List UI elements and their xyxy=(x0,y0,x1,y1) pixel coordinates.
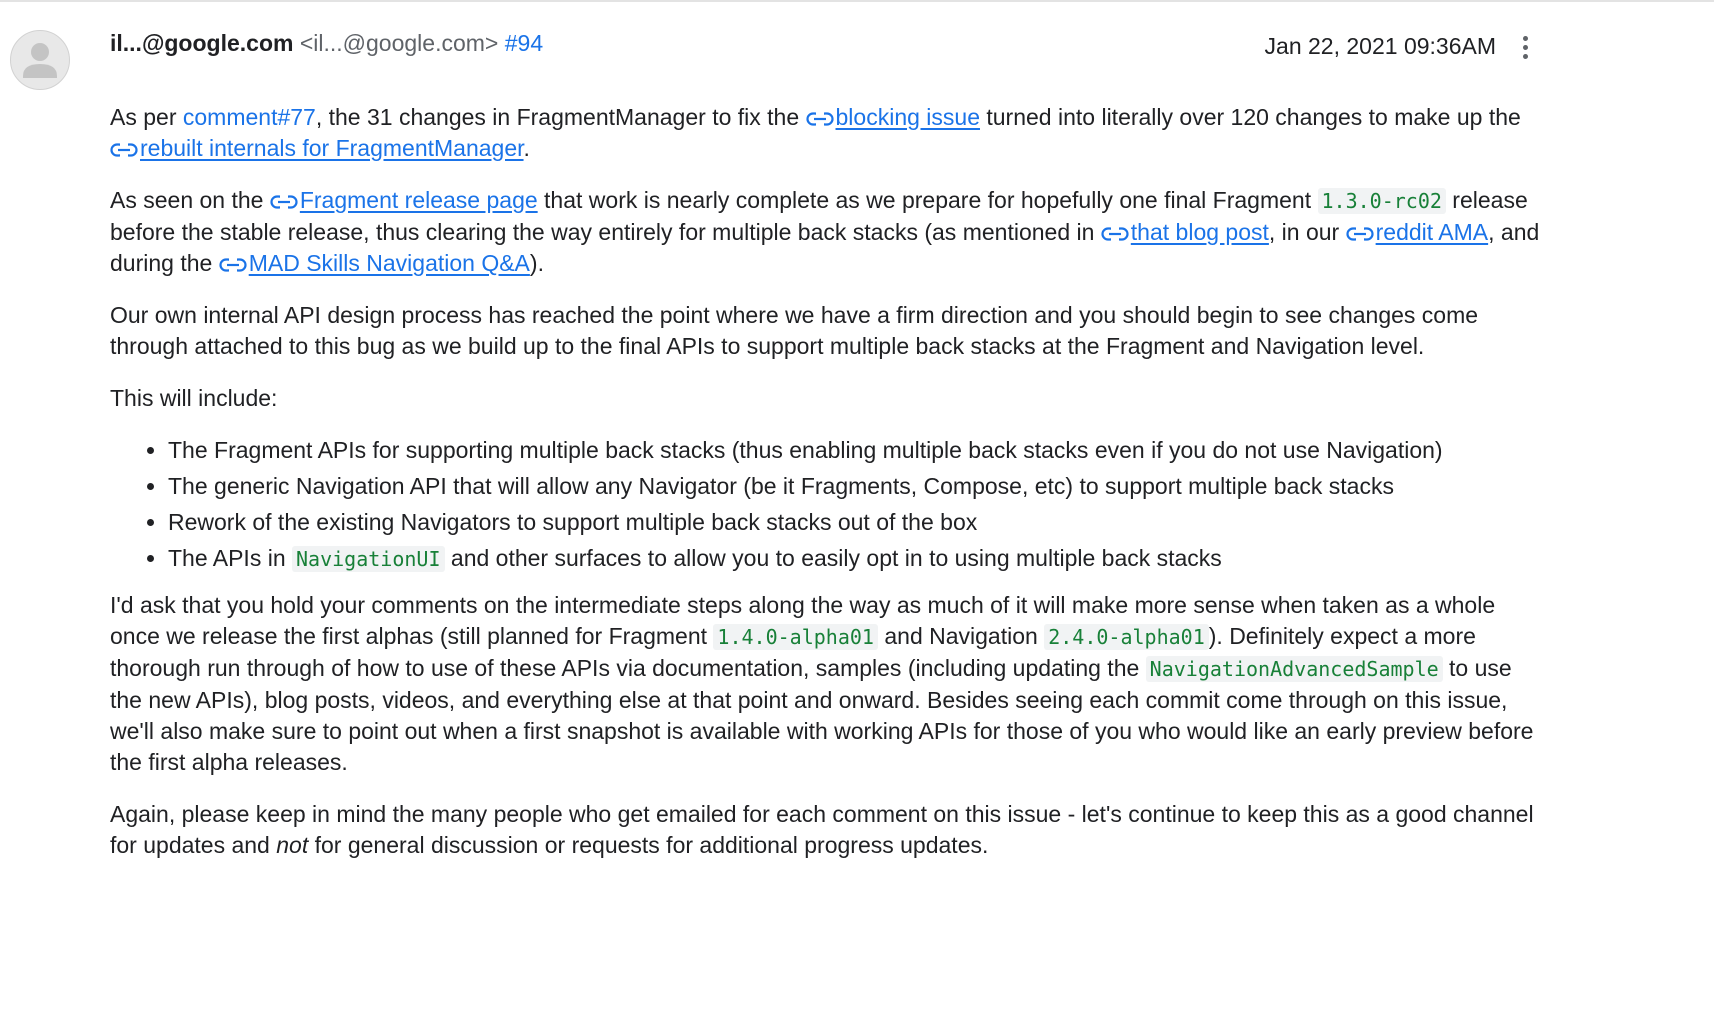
paragraph-intro: As per comment#77, the 31 changes in Fra… xyxy=(110,102,1550,164)
link-icon xyxy=(1101,226,1129,242)
code-fragment-alpha: 1.4.0-alpha01 xyxy=(713,624,878,650)
text: and Navigation xyxy=(877,623,1045,649)
top-divider xyxy=(0,0,1714,2)
fragment-release-page-link[interactable]: Fragment release page xyxy=(300,187,538,213)
paragraph-release: As seen on the Fragment release page tha… xyxy=(110,185,1550,279)
comment-body: As per comment#77, the 31 changes in Fra… xyxy=(110,102,1550,882)
list-item: The Fragment APIs for supporting multipl… xyxy=(168,435,1550,466)
text: As seen on the xyxy=(110,187,270,213)
list-item: Rework of the existing Navigators to sup… xyxy=(168,507,1550,538)
link-icon xyxy=(219,257,247,273)
text: . xyxy=(523,135,530,161)
text: and other surfaces to allow you to easil… xyxy=(444,545,1222,571)
text: for general discussion or requests for a… xyxy=(308,832,989,858)
rebuilt-internals-link[interactable]: rebuilt internals for FragmentManager xyxy=(140,135,524,161)
comment-header: il...@google.com <il...@google.com> #94 xyxy=(110,28,543,58)
text: , in our xyxy=(1268,219,1346,245)
code-navigation-alpha: 2.4.0-alpha01 xyxy=(1044,624,1209,650)
link-icon xyxy=(270,194,298,210)
code-navigationui: NavigationUI xyxy=(292,546,445,572)
comment-timestamp: Jan 22, 2021 09:36AM xyxy=(1264,33,1496,59)
link-icon xyxy=(805,111,834,127)
reddit-ama-link[interactable]: reddit AMA xyxy=(1376,219,1489,245)
paragraph-api-design: Our own internal API design process has … xyxy=(110,302,1479,359)
feature-list: The Fragment APIs for supporting multipl… xyxy=(110,435,1550,575)
text: turned into literally over 120 changes t… xyxy=(979,104,1521,130)
paragraph-alphas: I'd ask that you hold your comments on t… xyxy=(110,590,1550,778)
comment-77-link[interactable]: comment#77 xyxy=(183,104,316,130)
code-sample-name: NavigationAdvancedSample xyxy=(1145,656,1443,682)
sender-email: <il...@google.com> xyxy=(299,30,499,56)
list-item: The APIs in NavigationUI and other surfa… xyxy=(168,543,1550,575)
mad-skills-link[interactable]: MAD Skills Navigation Q&A xyxy=(249,250,530,276)
comment-number-link[interactable]: #94 xyxy=(505,30,543,56)
text: The APIs in xyxy=(168,545,293,571)
avatar-placeholder-icon[interactable] xyxy=(10,30,70,90)
list-item: The generic Navigation API that will all… xyxy=(168,471,1550,502)
text: that work is nearly complete as we prepa… xyxy=(537,187,1318,213)
more-options-button[interactable] xyxy=(1512,30,1540,66)
text: , the 31 changes in FragmentManager to f… xyxy=(315,104,806,130)
paragraph-include-heading: This will include: xyxy=(110,385,278,411)
sender-name[interactable]: il...@google.com xyxy=(110,30,293,56)
blog-post-link[interactable]: that blog post xyxy=(1131,219,1269,245)
emphasis-not: not xyxy=(276,832,309,858)
text: ). xyxy=(529,250,544,276)
link-icon xyxy=(110,142,138,158)
blocking-issue-link[interactable]: blocking issue xyxy=(836,104,980,130)
paragraph-reminder: Again, please keep in mind the many peop… xyxy=(110,799,1550,861)
text: As per xyxy=(110,104,183,130)
link-icon xyxy=(1346,226,1374,242)
code-version: 1.3.0-rc02 xyxy=(1317,188,1446,214)
